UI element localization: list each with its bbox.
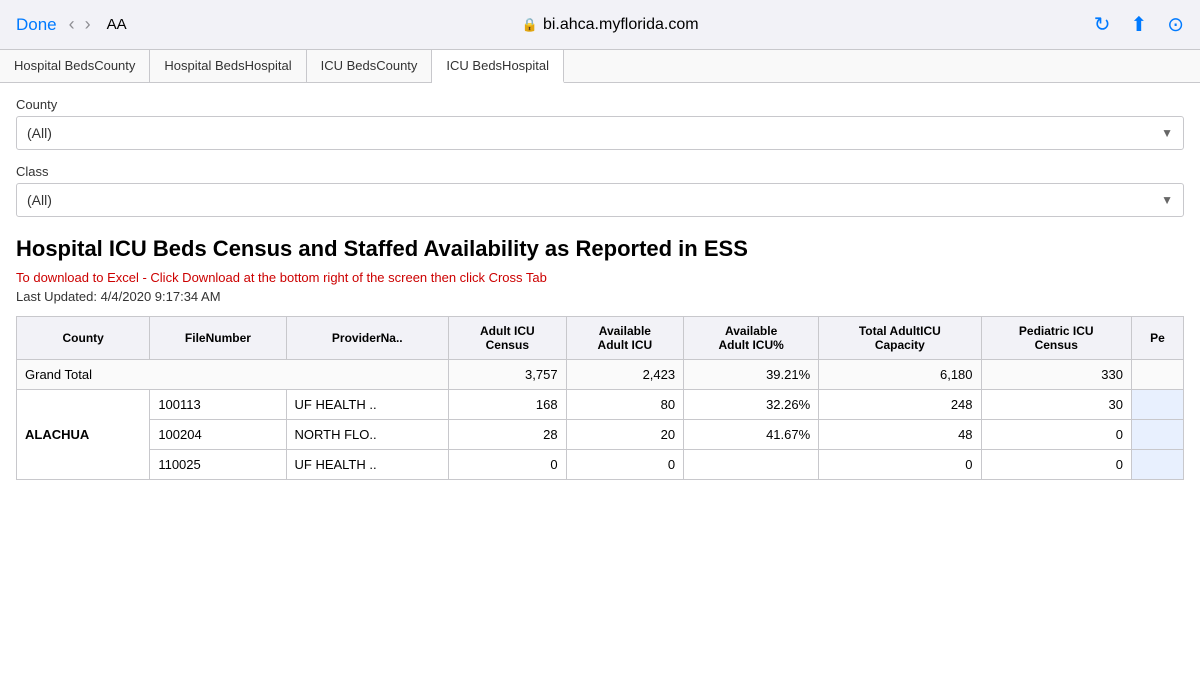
tab-hospital-beds-hospital[interactable]: Hospital BedsHospital bbox=[150, 50, 306, 82]
grand-total-row: Grand Total 3,757 2,423 39.21% 6,180 330 bbox=[17, 359, 1184, 389]
county-filter-label: County bbox=[16, 97, 1184, 112]
pe-cell-3 bbox=[1131, 449, 1183, 479]
provider-name-uf-health-1: UF HEALTH .. bbox=[286, 389, 449, 419]
col-header-available-adult-icu-pct: AvailableAdult ICU% bbox=[684, 316, 819, 359]
nav-forward-button[interactable]: › bbox=[85, 14, 91, 35]
col-header-filenumber: FileNumber bbox=[150, 316, 286, 359]
grand-total-available-adult-icu: 2,423 bbox=[566, 359, 684, 389]
adult-icu-census-0: 0 bbox=[449, 449, 567, 479]
pediatric-icu-census-30: 30 bbox=[981, 389, 1131, 419]
grand-total-adult-icu-census: 3,757 bbox=[449, 359, 567, 389]
tab-bar: Hospital BedsCounty Hospital BedsHospita… bbox=[0, 50, 1200, 83]
table-row: 100204 NORTH FLO.. 28 20 41.67% 48 0 bbox=[17, 419, 1184, 449]
adult-icu-census-28: 28 bbox=[449, 419, 567, 449]
col-header-pe: Pe bbox=[1131, 316, 1183, 359]
tab-icu-beds-hospital[interactable]: ICU BedsHospital bbox=[432, 50, 564, 83]
tab-hospital-beds-county[interactable]: Hospital BedsCounty bbox=[0, 50, 150, 82]
pediatric-icu-census-0-3: 0 bbox=[981, 449, 1131, 479]
col-header-county: County bbox=[17, 316, 150, 359]
browser-actions: ↻ ⬆ ⊙ bbox=[1094, 12, 1184, 37]
col-header-available-adult-icu: AvailableAdult ICU bbox=[566, 316, 684, 359]
lock-icon: 🔒 bbox=[522, 17, 538, 33]
grand-total-available-adult-icu-pct: 39.21% bbox=[684, 359, 819, 389]
file-number-100204: 100204 bbox=[150, 419, 286, 449]
class-filter-label: Class bbox=[16, 164, 1184, 179]
col-header-providername: ProviderNa.. bbox=[286, 316, 449, 359]
report-title: Hospital ICU Beds Census and Staffed Ava… bbox=[16, 235, 1184, 264]
total-adult-icu-capacity-248: 248 bbox=[819, 389, 981, 419]
file-number-110025: 110025 bbox=[150, 449, 286, 479]
pe-cell-2 bbox=[1131, 419, 1183, 449]
last-updated: Last Updated: 4/4/2020 9:17:34 AM bbox=[16, 289, 1184, 304]
class-dropdown-arrow-icon: ▼ bbox=[1161, 193, 1173, 207]
url-text: bi.ahca.myflorida.com bbox=[543, 16, 699, 34]
available-adult-icu-20: 20 bbox=[566, 419, 684, 449]
file-number-100113: 100113 bbox=[150, 389, 286, 419]
county-cell-alachua: ALACHUA bbox=[17, 389, 150, 479]
text-size-button[interactable]: AA bbox=[107, 16, 127, 33]
adult-icu-census-168: 168 bbox=[449, 389, 567, 419]
county-dropdown-arrow-icon: ▼ bbox=[1161, 126, 1173, 140]
grand-total-county: Grand Total bbox=[17, 359, 449, 389]
col-header-total-adult-icu-capacity: Total AdultICUCapacity bbox=[819, 316, 981, 359]
refresh-icon[interactable]: ↻ bbox=[1094, 12, 1111, 37]
table-header-row: County FileNumber ProviderNa.. Adult ICU… bbox=[17, 316, 1184, 359]
pediatric-icu-census-0-2: 0 bbox=[981, 419, 1131, 449]
available-adult-icu-pct-empty bbox=[684, 449, 819, 479]
col-header-adult-icu-census: Adult ICUCensus bbox=[449, 316, 567, 359]
main-content: County (All) ▼ Class (All) ▼ Hospital IC… bbox=[0, 83, 1200, 494]
done-button[interactable]: Done bbox=[16, 15, 57, 35]
total-adult-icu-capacity-48: 48 bbox=[819, 419, 981, 449]
nav-back-button[interactable]: ‹ bbox=[69, 14, 75, 35]
table-container: County FileNumber ProviderNa.. Adult ICU… bbox=[16, 316, 1184, 480]
share-icon[interactable]: ⬆ bbox=[1130, 12, 1147, 37]
total-adult-icu-capacity-0: 0 bbox=[819, 449, 981, 479]
data-table: County FileNumber ProviderNa.. Adult ICU… bbox=[16, 316, 1184, 480]
browser-nav: ‹ › bbox=[69, 14, 91, 35]
class-filter-group: Class (All) ▼ bbox=[16, 164, 1184, 217]
available-adult-icu-80: 80 bbox=[566, 389, 684, 419]
county-filter-group: County (All) ▼ bbox=[16, 97, 1184, 150]
col-header-pediatric-icu-census: Pediatric ICUCensus bbox=[981, 316, 1131, 359]
county-filter-value: (All) bbox=[27, 125, 1161, 141]
provider-name-uf-health-2: UF HEALTH .. bbox=[286, 449, 449, 479]
class-filter-select[interactable]: (All) ▼ bbox=[16, 183, 1184, 217]
tab-icu-beds-county[interactable]: ICU BedsCounty bbox=[307, 50, 433, 82]
browser-bar: Done ‹ › AA 🔒 bi.ahca.myflorida.com ↻ ⬆ … bbox=[0, 0, 1200, 50]
provider-name-north-flo: NORTH FLO.. bbox=[286, 419, 449, 449]
grand-total-total-adult-icu-capacity: 6,180 bbox=[819, 359, 981, 389]
grand-total-pe bbox=[1131, 359, 1183, 389]
available-adult-icu-pct-4167: 41.67% bbox=[684, 419, 819, 449]
compass-icon[interactable]: ⊙ bbox=[1167, 12, 1184, 37]
grand-total-pediatric-icu-census: 330 bbox=[981, 359, 1131, 389]
url-bar[interactable]: 🔒 bi.ahca.myflorida.com bbox=[127, 16, 1094, 34]
county-filter-select[interactable]: (All) ▼ bbox=[16, 116, 1184, 150]
class-filter-value: (All) bbox=[27, 192, 1161, 208]
download-note: To download to Excel - Click Download at… bbox=[16, 270, 1184, 285]
available-adult-icu-pct-3226: 32.26% bbox=[684, 389, 819, 419]
table-row: 110025 UF HEALTH .. 0 0 0 0 bbox=[17, 449, 1184, 479]
last-updated-value: 4/4/2020 9:17:34 AM bbox=[101, 289, 221, 304]
pe-cell-1 bbox=[1131, 389, 1183, 419]
table-row: ALACHUA 100113 UF HEALTH .. 168 80 32.26… bbox=[17, 389, 1184, 419]
available-adult-icu-0: 0 bbox=[566, 449, 684, 479]
last-updated-label: Last Updated: bbox=[16, 289, 97, 304]
